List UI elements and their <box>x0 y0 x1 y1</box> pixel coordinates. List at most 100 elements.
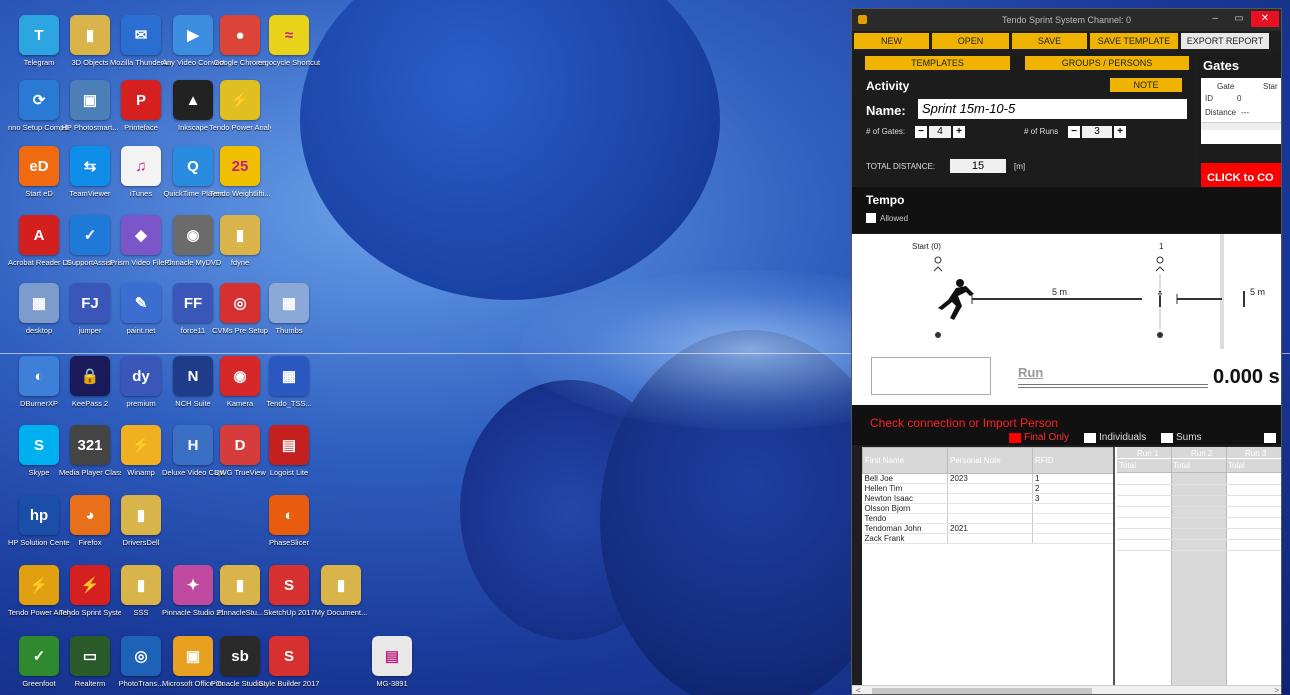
total-distance-unit: [m] <box>1014 162 1026 171</box>
note-button[interactable]: NOTE <box>1110 78 1182 92</box>
gate-id-value: 0 <box>1237 94 1242 103</box>
rfid-cell <box>1032 503 1113 514</box>
table-row[interactable]: Olsson Bjorn <box>862 503 1113 514</box>
table-row[interactable]: Tendoman John 2021 <box>862 523 1113 534</box>
tab-groups-persons[interactable]: GROUPS / PERSONS <box>1025 56 1189 70</box>
gates-count-value[interactable]: 4 <box>929 126 951 138</box>
app-icon: ▮ <box>220 215 260 255</box>
app-icon: ✓ <box>19 636 59 676</box>
window-titlebar[interactable]: Tendo Sprint System Channel: 0 – ▭ ✕ <box>852 9 1281 31</box>
gates-scrollbar[interactable] <box>1201 122 1281 130</box>
activity-name-input[interactable]: Sprint 15m-10-5 <box>918 99 1187 119</box>
scroll-thumb[interactable] <box>872 688 1092 694</box>
tempo-allowed-label: Allowed <box>880 214 909 223</box>
app-icon: ✦ <box>173 565 213 605</box>
save-button[interactable]: SAVE <box>1012 33 1087 49</box>
app-icon: D <box>220 425 260 465</box>
app-icon: ▣ <box>173 636 213 676</box>
table-row[interactable]: Hellen Tim 2 <box>862 483 1113 494</box>
app-icon: A <box>19 215 59 255</box>
runs-count-value[interactable]: 3 <box>1082 126 1112 138</box>
desktop-icon[interactable]: 25 Tendo Weightlifti... <box>209 146 271 198</box>
runs-increment-button[interactable]: + <box>1114 126 1126 138</box>
first-name-cell: Hellen Tim <box>862 483 948 494</box>
run-row-line <box>1117 517 1281 518</box>
app-icon: 321 <box>70 425 110 465</box>
desktop-icon[interactable]: ▮ fdyne <box>209 215 271 267</box>
table-row[interactable]: Zack Frank <box>862 533 1113 544</box>
col-run-2[interactable]: Run 2 <box>1191 449 1212 458</box>
desktop-icon[interactable]: ◐ PhaseSlicer <box>258 495 320 547</box>
tempo-allowed-checkbox[interactable] <box>866 213 876 223</box>
app-icon: ▦ <box>269 283 309 323</box>
scroll-left-button[interactable]: < <box>856 686 861 694</box>
col-personal-note[interactable]: Personal Note <box>947 447 1033 474</box>
desktop-icon[interactable]: ▮ My Document... <box>310 565 372 617</box>
close-button[interactable]: ✕ <box>1251 11 1279 27</box>
app-icon: H <box>173 425 213 465</box>
individuals-checkbox[interactable] <box>1084 433 1096 443</box>
desktop-icon[interactable]: ▤ MG-3891 <box>361 636 423 688</box>
run-divider <box>1018 384 1208 388</box>
desktop-icon-label: Tendo Power Analyzer <box>209 123 271 132</box>
gates-decrement-button[interactable]: − <box>915 126 927 138</box>
open-button[interactable]: OPEN <box>932 33 1009 49</box>
desktop-icon[interactable]: ▦ Tendo_TSS... <box>258 356 320 408</box>
gate-2-marker <box>1243 291 1245 307</box>
new-button[interactable]: NEW <box>854 33 929 49</box>
sums-checkbox[interactable] <box>1161 433 1173 443</box>
results-area: First Name Personal Note RFID Bell Joe 20… <box>862 447 1281 685</box>
people-table: First Name Personal Note RFID Bell Joe 20… <box>862 447 1113 544</box>
horizontal-scrollbar[interactable]: < > <box>852 685 1281 694</box>
table-row[interactable]: Tendo <box>862 513 1113 524</box>
personal-note-cell <box>947 483 1033 494</box>
scroll-right-button[interactable]: > <box>1274 686 1279 694</box>
table-row[interactable]: Newton Isaac 3 <box>862 493 1113 504</box>
maximize-button[interactable]: ▭ <box>1229 11 1249 27</box>
desktop-icon[interactable]: ≈ ergocycle Shortcut <box>258 15 320 67</box>
desktop-icon[interactable]: ▦ Thumbs <box>258 283 320 335</box>
desktop-icon[interactable]: S Style Builder 2017 <box>258 636 320 688</box>
run-row-line <box>1117 484 1281 485</box>
minimize-button[interactable]: – <box>1205 11 1225 27</box>
app-icon: ♫ <box>121 146 161 186</box>
col-run-1[interactable]: Run 1 <box>1137 449 1158 458</box>
desktop-icon[interactable]: ⚡ Tendo Power Analyzer <box>209 80 271 132</box>
app-icon: ⚡ <box>121 425 161 465</box>
extra-checkbox[interactable] <box>1264 433 1276 443</box>
runs-stepper: − 3 + <box>1068 126 1126 138</box>
individuals-label: Individuals <box>1099 432 1147 443</box>
app-icon: ⚡ <box>19 565 59 605</box>
first-name-cell: Zack Frank <box>862 533 948 544</box>
runs-count-label: # of Runs <box>1024 127 1059 136</box>
gates-table: Gate Star ID 0 Distance --- <box>1201 78 1281 144</box>
wallpaper-orb-top <box>300 0 720 300</box>
final-only-checkbox[interactable] <box>1009 433 1021 443</box>
col-first-name[interactable]: First Name <box>862 447 948 474</box>
save-template-button[interactable]: SAVE TEMPLATE <box>1090 33 1178 49</box>
col-rfid[interactable]: RFID <box>1032 447 1113 474</box>
app-icon: ▮ <box>321 565 361 605</box>
import-message[interactable]: Check connection or Import Person <box>870 416 1058 430</box>
app-icon: sb <box>220 636 260 676</box>
table-row[interactable]: Bell Joe 2023 1 <box>862 473 1113 484</box>
desktop-icon[interactable]: ▤ Logoist Lite <box>258 425 320 477</box>
tab-templates[interactable]: TEMPLATES <box>865 56 1010 70</box>
gates-panel: Gates Gate Star ID 0 Distance --- CLICK … <box>1197 53 1281 193</box>
app-icon: ▮ <box>121 495 161 535</box>
sums-label: Sums <box>1176 432 1202 443</box>
gates-increment-button[interactable]: + <box>953 126 965 138</box>
total-distance-value[interactable]: 15 <box>950 159 1006 173</box>
app-icon: Q <box>173 146 213 186</box>
rfid-cell: 1 <box>1032 473 1113 484</box>
desktop-icon[interactable]: ▮ DriversDell <box>110 495 172 547</box>
desktop-icon-label: Logoist Lite <box>269 468 309 477</box>
gate-id-label: ID <box>1205 94 1213 103</box>
desktop-icon-label: PhaseSlicer <box>268 538 310 547</box>
col-run-3[interactable]: Run 3 <box>1245 449 1266 458</box>
export-report-button[interactable]: EXPORT REPORT <box>1181 33 1269 49</box>
personal-note-cell <box>947 513 1033 524</box>
app-icon: ✎ <box>121 283 161 323</box>
app-icon: ● <box>220 15 260 55</box>
runs-decrement-button[interactable]: − <box>1068 126 1080 138</box>
